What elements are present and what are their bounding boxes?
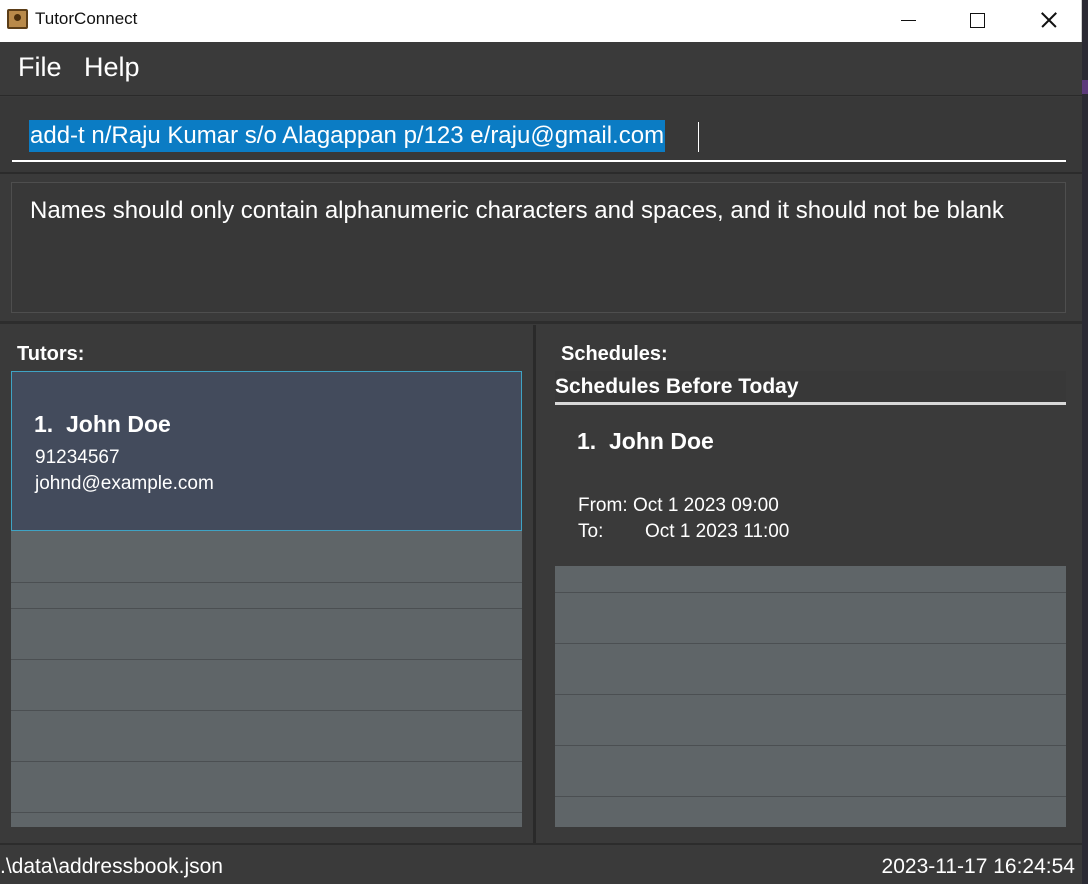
address-book-icon — [7, 9, 28, 29]
schedule-from-label: From: — [578, 495, 628, 516]
close-button[interactable] — [1013, 0, 1083, 42]
empty-list-row — [555, 592, 1066, 593]
menu-bar: File Help — [0, 42, 1082, 96]
empty-list-row — [11, 761, 522, 762]
maximize-button[interactable] — [943, 0, 1013, 42]
tutor-phone: 91234567 — [35, 447, 120, 468]
schedule-to-value: Oct 1 2023 11:00 — [645, 521, 790, 542]
menu-help[interactable]: Help — [84, 52, 140, 83]
empty-list-row — [555, 745, 1066, 746]
tutors-heading: Tutors: — [17, 343, 85, 365]
tutor-name: John Doe — [66, 411, 171, 437]
tutor-card[interactable]: 1. John Doe 91234567 johnd@example.com — [11, 371, 522, 531]
tutor-list[interactable]: 1. John Doe 91234567 johnd@example.com — [11, 371, 522, 827]
empty-list-row — [11, 582, 522, 583]
section-divider — [0, 321, 1082, 324]
empty-list-row — [11, 608, 522, 609]
minimize-button[interactable] — [873, 0, 943, 42]
empty-list-row — [555, 643, 1066, 644]
schedule-index: 1. — [577, 428, 597, 454]
data-file-path: .\data\addressbook.json — [0, 855, 223, 878]
command-input-text: add-t n/Raju Kumar s/o Alagappan p/123 e… — [29, 120, 666, 152]
schedule-list-panel: Schedules: Schedules Before Today 1. Joh… — [539, 325, 1082, 843]
schedules-heading: Schedules: — [561, 343, 668, 365]
last-updated-timestamp: 2023-11-17 16:24:54 — [881, 855, 1075, 878]
command-input[interactable]: add-t n/Raju Kumar s/o Alagappan p/123 e… — [12, 105, 1066, 162]
status-bar: .\data\addressbook.json 2023-11-17 16:24… — [0, 843, 1082, 884]
schedule-list[interactable]: Schedules Before Today 1. John Doe From:… — [555, 371, 1066, 827]
schedule-group-title: Schedules Before Today — [555, 375, 799, 398]
text-caret — [698, 122, 699, 152]
menu-file[interactable]: File — [18, 52, 62, 83]
background-window-strip — [1082, 0, 1088, 884]
schedule-group-header: Schedules Before Today — [555, 371, 1066, 405]
command-box-panel: add-t n/Raju Kumar s/o Alagappan p/123 e… — [0, 97, 1082, 174]
app-body: File Help add-t n/Raju Kumar s/o Alagapp… — [0, 42, 1082, 884]
schedule-card[interactable]: 1. John Doe From: Oct 1 2023 09:00 To: O… — [555, 405, 1066, 566]
window-titlebar: TutorConnect — [0, 0, 1082, 42]
tutor-list-panel: Tutors: 1. John Doe 91234567 johnd@examp… — [0, 325, 536, 843]
schedule-to-label: To: — [578, 521, 604, 542]
result-message: Names should only contain alphanumeric c… — [30, 197, 1004, 224]
empty-list-row — [11, 710, 522, 711]
empty-list-row — [555, 694, 1066, 695]
empty-list-row — [555, 796, 1066, 797]
tutor-email: johnd@example.com — [35, 473, 214, 494]
empty-list-row — [11, 812, 522, 813]
window-title: TutorConnect — [35, 9, 138, 28]
schedule-tutor-name: John Doe — [609, 428, 714, 454]
result-display: Names should only contain alphanumeric c… — [11, 182, 1066, 313]
tutor-index: 1. — [34, 411, 54, 437]
empty-list-row — [11, 659, 522, 660]
schedule-from-value: Oct 1 2023 09:00 — [633, 495, 779, 516]
